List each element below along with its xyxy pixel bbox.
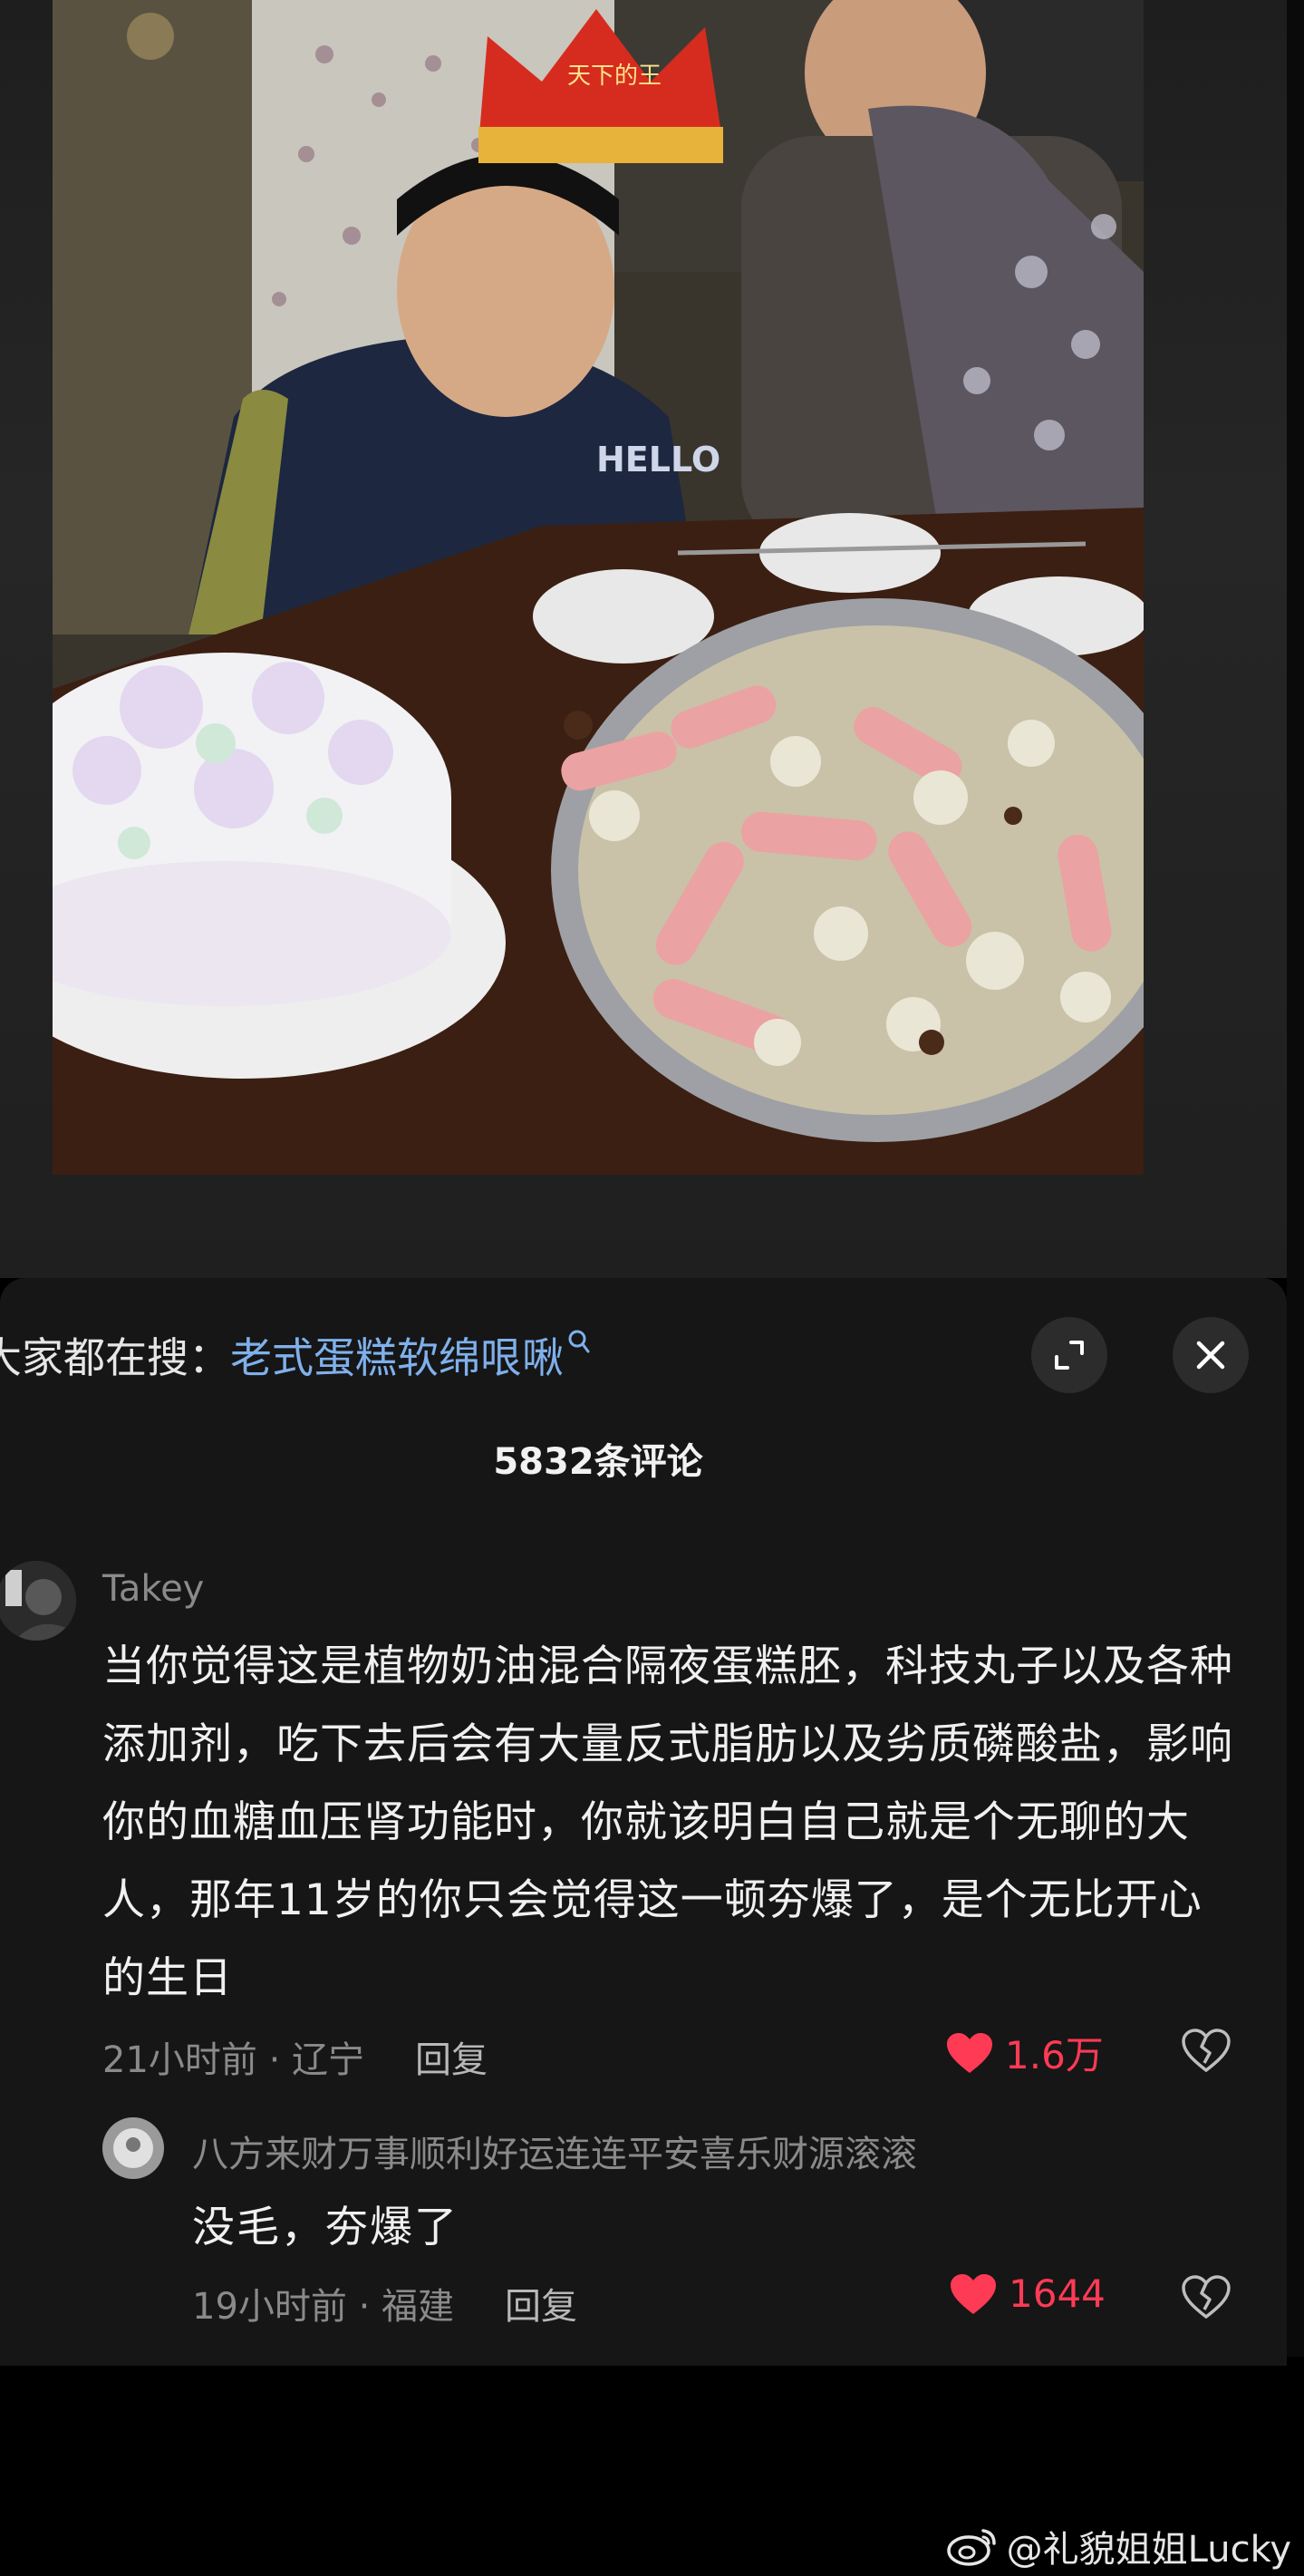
svg-text:HELLO: HELLO [596,440,720,479]
expand-icon [1055,1341,1084,1370]
trending-search-bar[interactable]: 大家都在搜： 老式蛋糕软绵哏啾 [0,1323,591,1387]
comment-username[interactable]: Takey [102,1568,204,1610]
trending-search-query[interactable]: 老式蛋糕软绵哏啾 [230,1325,564,1385]
comment-count: 5832条评论 [493,1441,703,1483]
expand-button[interactable] [1031,1317,1107,1393]
watermark: @礼貌姐姐Lucky [946,2520,1291,2572]
search-icon[interactable] [567,1326,591,1362]
comment-meta: 21小时前 · 辽宁 回复 [102,2030,488,2083]
broken-heart-icon [1182,2029,1231,2073]
heart-icon [951,2273,996,2314]
hat-text: 天下的王 [567,63,662,90]
reply-button[interactable]: 回复 [415,2039,488,2081]
comment-text: 当你觉得这是植物奶油混合隔夜蛋糕胚，科技丸子以及各种添加剂，吃下去后会有大量反式… [102,1641,1233,2003]
like-button[interactable]: 1.6万 [945,2025,1104,2080]
dislike-button[interactable] [1182,2275,1231,2322]
close-icon [1196,1341,1225,1370]
dislike-button[interactable] [1182,2029,1231,2076]
heart-icon [947,2032,992,2073]
post-photo[interactable]: HELLO 天下的王 [53,0,1144,1175]
reply-username[interactable]: 八方来财万事顺利好运连连平安喜乐财源滚滚 [192,2125,917,2177]
reply-meta: 19小时前 · 福建 回复 [192,2277,577,2329]
edge-strip [1287,0,1304,2357]
reply-text: 没毛，夯爆了 [192,2203,459,2252]
watermark-text: @礼貌姐姐Lucky [1006,2529,1291,2571]
reply-time-location: 19小时前 · 福建 [192,2286,455,2328]
comment-time-location: 21小时前 · 辽宁 [102,2039,365,2081]
like-count: 1644 [1009,2271,1106,2316]
avatar[interactable] [0,1561,76,1641]
weibo-logo-icon [946,2529,996,2566]
like-button[interactable]: 1644 [949,2271,1106,2316]
trending-search-prefix: 大家都在搜： [0,1333,230,1382]
like-count: 1.6万 [1005,2033,1104,2077]
avatar[interactable] [102,2117,164,2179]
broken-heart-icon [1182,2275,1231,2319]
reply-button[interactable]: 回复 [505,2286,577,2328]
close-button[interactable] [1173,1317,1249,1393]
